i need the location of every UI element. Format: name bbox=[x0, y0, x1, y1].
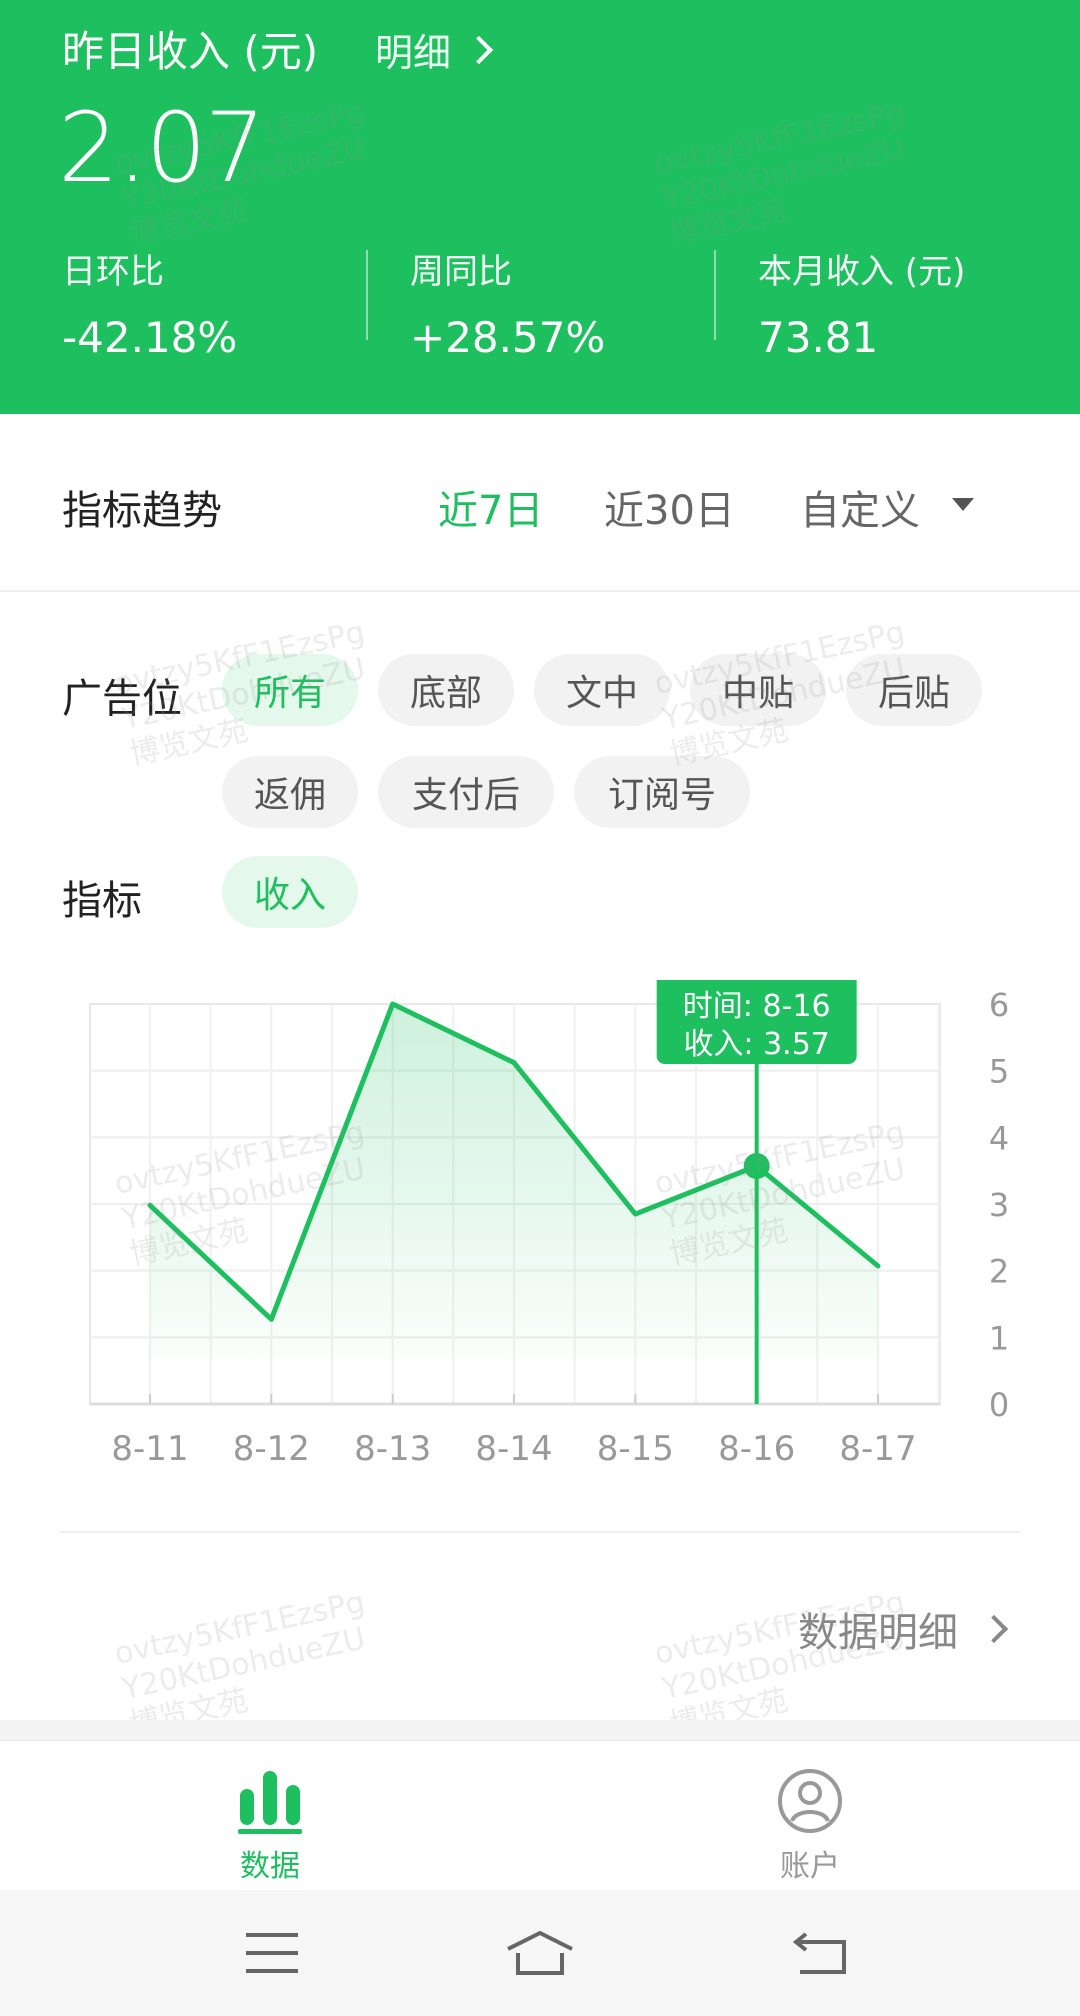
spacer bbox=[0, 1720, 1080, 1740]
chip-metric-income[interactable]: 收入 bbox=[222, 856, 358, 928]
income-header: 昨日收入 (元) 明细 2.07 日环比 -42.18% 周同比 +28.57%… bbox=[0, 0, 1080, 414]
tab-data-label: 数据 bbox=[240, 1849, 300, 1884]
chip-ad-position-inline[interactable]: 文中 bbox=[534, 654, 670, 726]
detail-link-label: 明细 bbox=[375, 31, 452, 75]
x-tick-label: 8-16 bbox=[718, 1429, 795, 1469]
trend-title: 指标趋势 bbox=[62, 488, 222, 534]
range-7-days[interactable]: 近7日 bbox=[438, 478, 543, 536]
stat-label: 日环比 bbox=[62, 252, 164, 292]
ad-position-label: 广告位 bbox=[62, 676, 182, 722]
chip-ad-position-after-payment[interactable]: 支付后 bbox=[378, 756, 554, 828]
x-tick-label: 8-14 bbox=[475, 1429, 552, 1469]
trend-toolbar: 指标趋势 近7日 近30日 自定义 bbox=[0, 414, 1080, 592]
back-icon[interactable] bbox=[780, 1920, 860, 1986]
chip-ad-position-rebate[interactable]: 返佣 bbox=[222, 756, 358, 828]
y-tick-label: 3 bbox=[989, 1186, 1009, 1224]
data-detail-link[interactable]: 数据明细 bbox=[798, 1600, 1009, 1658]
data-point[interactable] bbox=[268, 1316, 274, 1322]
stat-value: +28.57% bbox=[410, 313, 606, 362]
chip-ad-position-bottom[interactable]: 底部 bbox=[378, 654, 514, 726]
data-point[interactable] bbox=[511, 1060, 517, 1066]
y-tick-label: 0 bbox=[989, 1386, 1009, 1424]
menu-icon[interactable] bbox=[232, 1920, 312, 1986]
chevron-right-icon bbox=[464, 35, 494, 64]
stat-value: -42.18% bbox=[62, 313, 238, 362]
home-icon[interactable] bbox=[500, 1920, 580, 1986]
data-point[interactable] bbox=[390, 1001, 396, 1007]
stat-week-over-week: 周同比 +28.57% bbox=[410, 244, 605, 362]
caret-down-icon[interactable] bbox=[952, 498, 974, 511]
chevron-right-icon bbox=[979, 1614, 1009, 1644]
stat-day-over-day: 日环比 -42.18% bbox=[62, 244, 237, 362]
bottom-tab-bar: 数据 账户 bbox=[0, 1740, 1080, 1890]
x-tick-label: 8-12 bbox=[233, 1429, 310, 1469]
stat-label: 本月收入 (元) bbox=[758, 252, 966, 292]
data-point[interactable] bbox=[632, 1211, 638, 1217]
tab-account-label: 账户 bbox=[780, 1849, 840, 1884]
x-tick-label: 8-17 bbox=[839, 1429, 916, 1469]
system-navigation-bar bbox=[0, 1890, 1080, 2016]
stat-value: 73.81 bbox=[758, 313, 879, 362]
tab-data[interactable]: 数据 bbox=[170, 1759, 370, 1885]
range-30-days[interactable]: 近30日 bbox=[604, 478, 735, 536]
stat-divider bbox=[714, 250, 716, 340]
tooltip-point-marker bbox=[743, 1153, 770, 1179]
y-tick-label: 6 bbox=[989, 986, 1009, 1024]
data-point[interactable] bbox=[875, 1263, 881, 1269]
metric-label: 指标 bbox=[62, 878, 142, 924]
detail-link[interactable]: 明细 bbox=[375, 22, 494, 77]
stat-month-income: 本月收入 (元) 73.81 bbox=[758, 244, 965, 362]
chip-ad-position-subscription[interactable]: 订阅号 bbox=[574, 756, 750, 828]
stat-divider bbox=[366, 250, 368, 340]
yesterday-income-amount: 2.07 bbox=[58, 92, 266, 204]
user-circle-icon bbox=[710, 1759, 910, 1835]
y-tick-label: 1 bbox=[989, 1319, 1009, 1357]
income-trend-chart[interactable]: 8-11 8-12 8-13 8-14 8-15 8-16 8-17 0 1 2 3 4 5 6 时间: … bbox=[0, 980, 1080, 1490]
bar-chart-icon bbox=[170, 1759, 370, 1835]
data-point[interactable] bbox=[147, 1202, 153, 1208]
x-tick-label: 8-13 bbox=[354, 1429, 431, 1469]
yesterday-income-title: 昨日收入 (元) bbox=[62, 27, 319, 76]
chip-ad-position-mid[interactable]: 中贴 bbox=[690, 654, 826, 726]
chip-ad-position-end[interactable]: 后贴 bbox=[846, 654, 982, 726]
y-tick-label: 4 bbox=[989, 1119, 1009, 1157]
tooltip-value: 收入: 3.57 bbox=[683, 1027, 829, 1062]
y-tick-label: 2 bbox=[989, 1253, 1009, 1291]
y-tick-label: 5 bbox=[989, 1053, 1009, 1091]
section-divider bbox=[60, 1531, 1020, 1533]
x-tick-label: 8-15 bbox=[597, 1429, 674, 1469]
tooltip-time: 时间: 8-16 bbox=[683, 989, 831, 1024]
range-custom[interactable]: 自定义 bbox=[800, 478, 920, 536]
data-detail-label: 数据明细 bbox=[798, 1610, 958, 1656]
watermark: ovtzy5KfF1EzsPg Y20KtDohdueZU 博览文苑 bbox=[651, 94, 909, 253]
tab-account[interactable]: 账户 bbox=[710, 1759, 910, 1885]
x-tick-label: 8-11 bbox=[111, 1429, 188, 1469]
stat-label: 周同比 bbox=[410, 252, 512, 292]
chip-ad-position-all[interactable]: 所有 bbox=[222, 654, 358, 726]
